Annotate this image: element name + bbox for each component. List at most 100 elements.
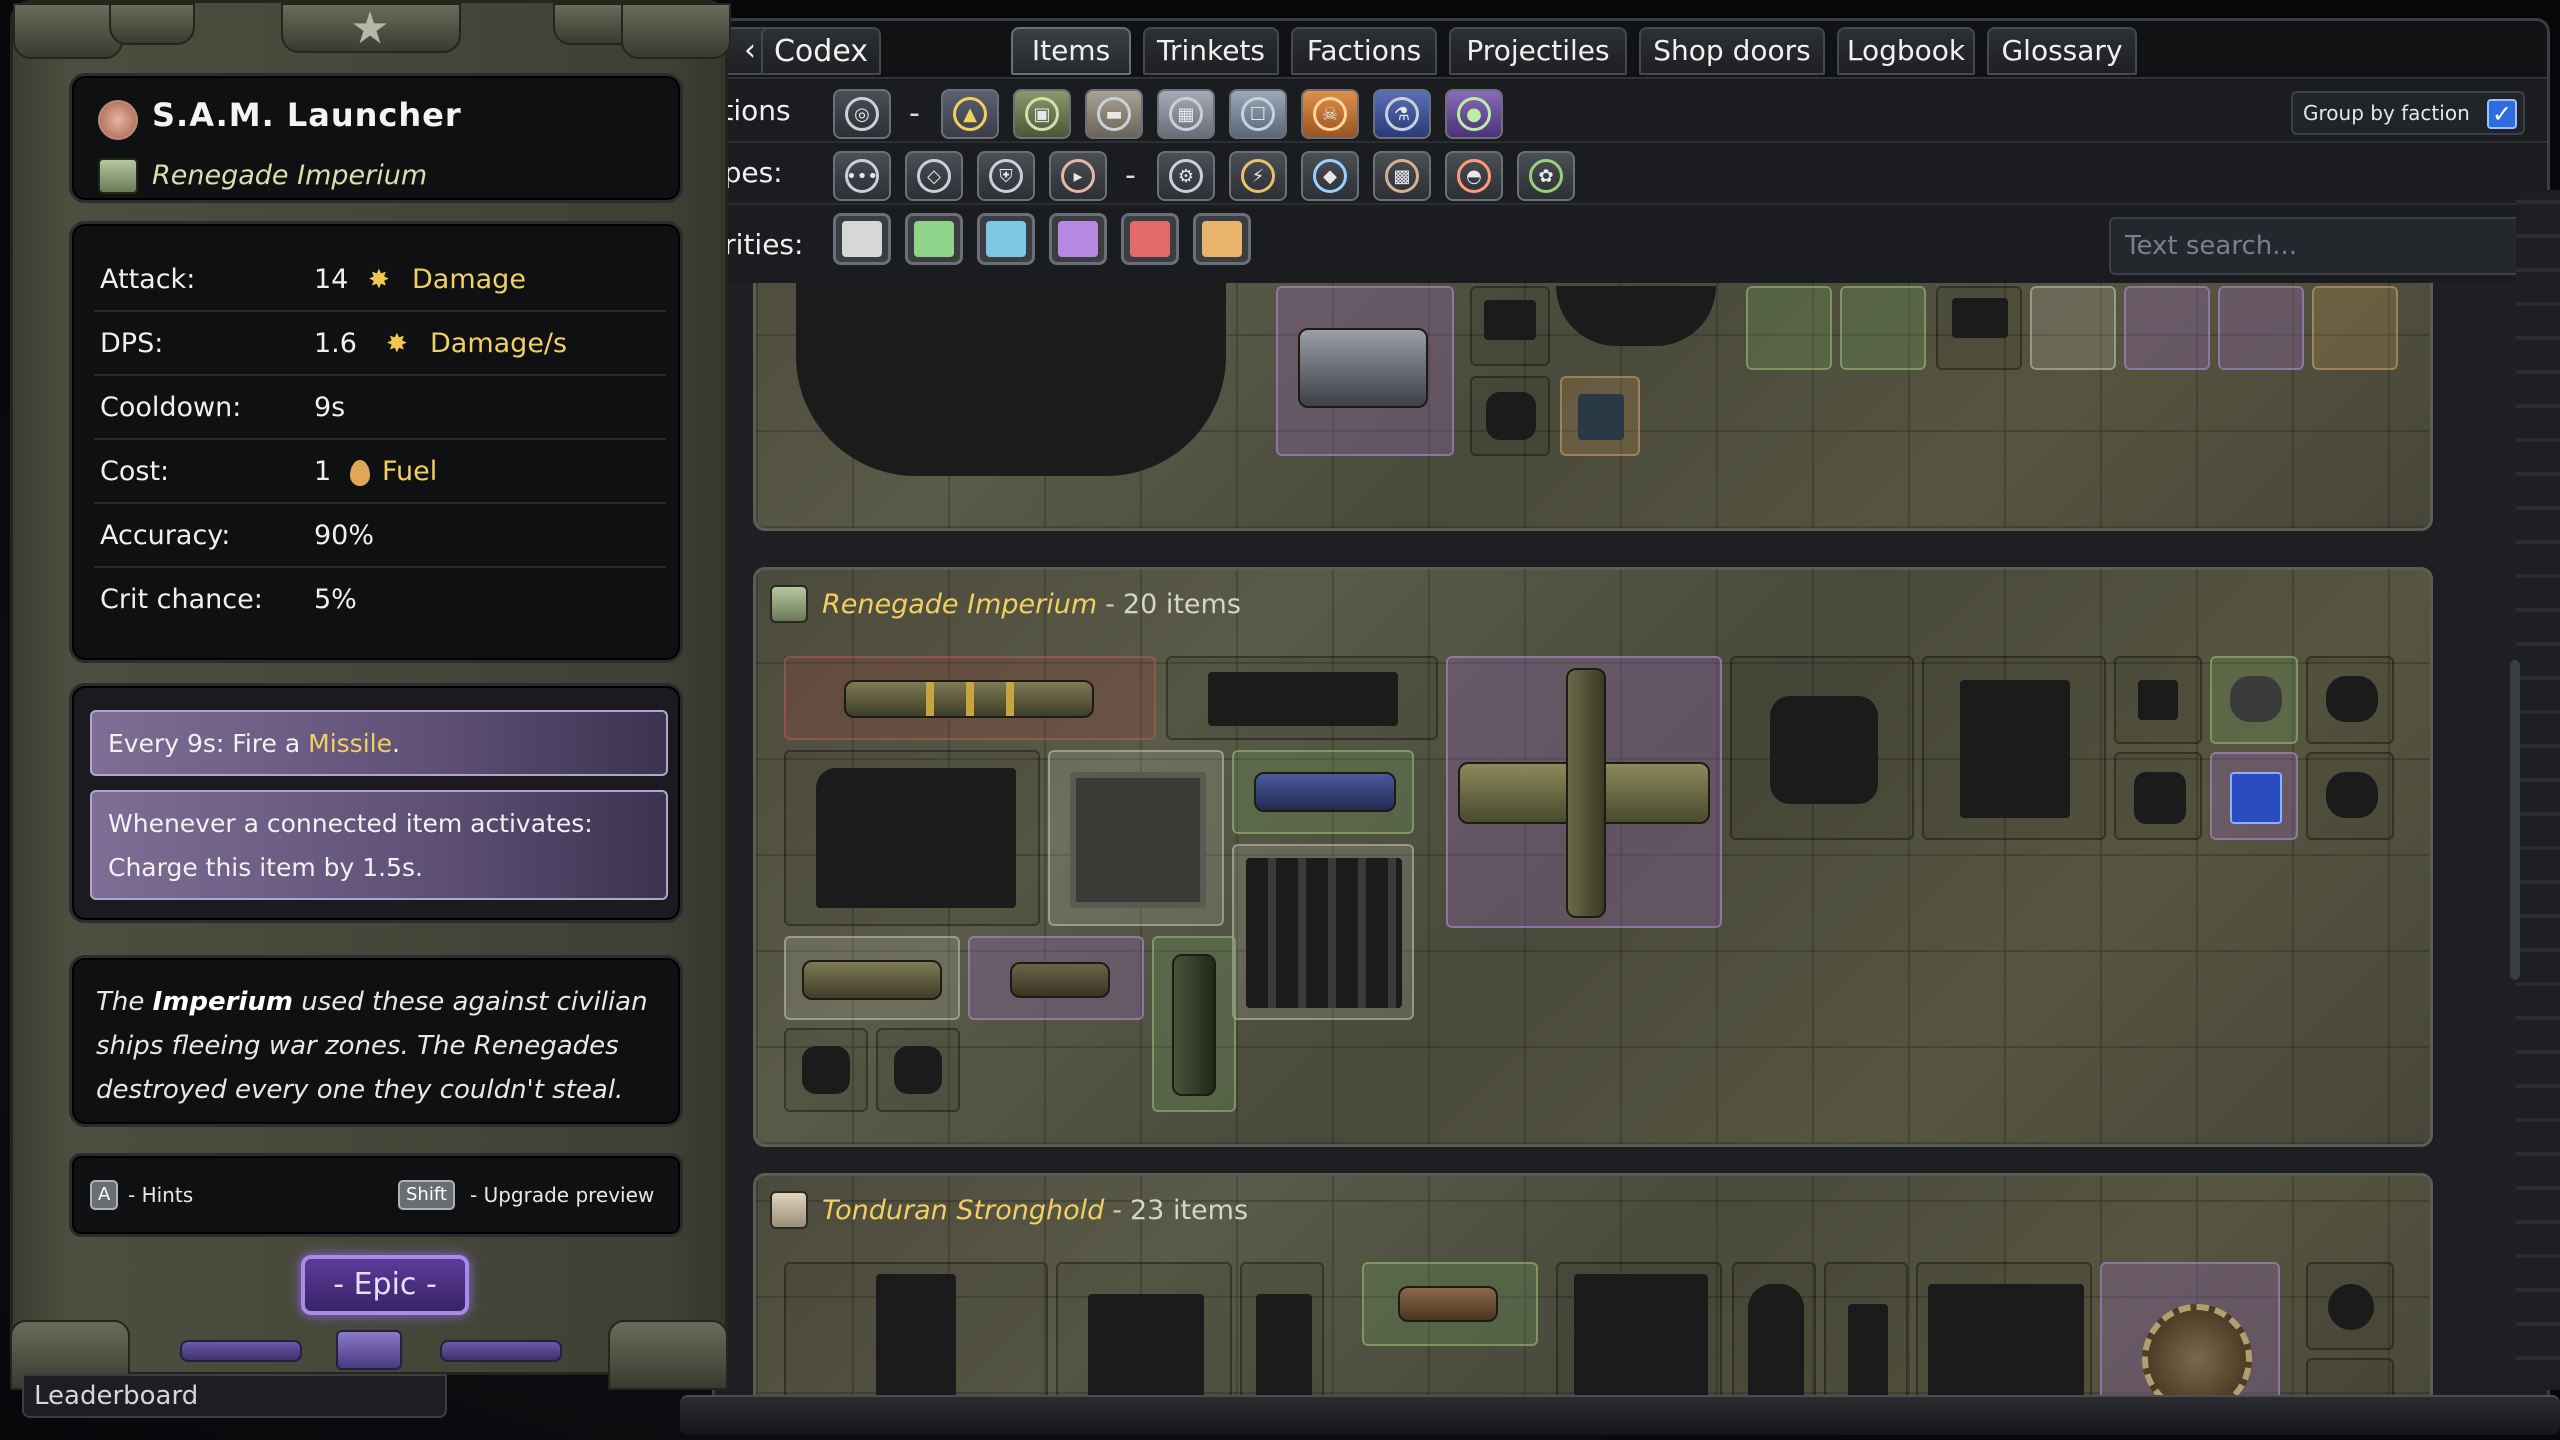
item-slot[interactable] xyxy=(2306,752,2394,840)
faction-filter-8[interactable]: ● xyxy=(1445,89,1503,139)
faction-filter-5[interactable]: ☐ xyxy=(1229,89,1287,139)
item-slot[interactable] xyxy=(1048,750,1224,926)
tab-logbook[interactable]: Logbook xyxy=(1837,27,1975,75)
item-slot[interactable] xyxy=(1730,656,1914,840)
group-by-faction-toggle[interactable]: Group by faction ✓ xyxy=(2291,91,2525,135)
bowl-icon: ◓ xyxy=(1457,159,1491,193)
tab-items[interactable]: Items xyxy=(1011,27,1131,75)
filter-panel: ctions ◎ - ▲ ▣ ▬ ▦ ☐ ☠ ⚗ ● Group by fact… xyxy=(715,81,2547,301)
item-slot[interactable] xyxy=(1232,750,1414,834)
item-slot[interactable] xyxy=(2114,656,2202,744)
hammer-sprite xyxy=(1398,1286,1498,1322)
panel-corner xyxy=(608,1320,728,1390)
item-silhouette xyxy=(876,1274,956,1413)
item-slot[interactable] xyxy=(784,750,1040,926)
item-slot[interactable] xyxy=(1152,936,1236,1112)
item-slot[interactable] xyxy=(1560,376,1640,456)
item-silhouette[interactable] xyxy=(1556,286,1716,346)
faction-filter-tonduran[interactable]: ▬ xyxy=(1085,89,1143,139)
type-filter-9[interactable]: ◓ xyxy=(1445,151,1503,201)
type-filter-5[interactable]: ⚙ xyxy=(1157,151,1215,201)
item-slot[interactable] xyxy=(2100,1262,2280,1413)
item-slot[interactable] xyxy=(2210,752,2298,840)
item-slot[interactable] xyxy=(784,1028,868,1112)
item-slot[interactable] xyxy=(1824,1262,1908,1413)
rarity-swatch xyxy=(842,221,882,257)
item-slot[interactable] xyxy=(1470,376,1550,456)
item-silhouette xyxy=(2138,680,2178,720)
weapon-type-icon xyxy=(98,100,138,140)
tab-factions[interactable]: Factions xyxy=(1291,27,1437,75)
type-filter-weapons[interactable]: ▸ xyxy=(1049,151,1107,201)
text-search-input[interactable] xyxy=(2109,217,2527,275)
armor-plate-sprite xyxy=(1070,772,1206,908)
rarity-filter-uncommon[interactable] xyxy=(905,213,963,265)
item-slot[interactable] xyxy=(1922,656,2106,840)
tab-glossary[interactable]: Glossary xyxy=(1987,27,2137,75)
item-slot[interactable] xyxy=(2030,286,2116,370)
ability-text: Charge this item by 1.5s. xyxy=(108,853,423,882)
type-filter-all[interactable]: ••• xyxy=(833,151,891,201)
item-slot[interactable] xyxy=(1746,286,1832,370)
item-slot[interactable] xyxy=(1916,1262,2092,1413)
rarity-filter-epic[interactable] xyxy=(1049,213,1107,265)
item-slot[interactable] xyxy=(784,1262,1048,1413)
item-slot[interactable] xyxy=(1556,1262,1722,1413)
item-slot[interactable] xyxy=(1362,1262,1538,1346)
type-filter-7[interactable]: ◆ xyxy=(1301,151,1359,201)
item-slot[interactable] xyxy=(1470,286,1550,366)
type-filter-10[interactable]: ✿ xyxy=(1517,151,1575,201)
item-silhouette[interactable] xyxy=(796,283,1226,476)
codex-scrollbar[interactable] xyxy=(2510,660,2520,980)
checkbox-checked-icon[interactable]: ✓ xyxy=(2487,99,2517,129)
item-slot[interactable] xyxy=(2114,752,2202,840)
faction-filter-4[interactable]: ▦ xyxy=(1157,89,1215,139)
item-slot[interactable] xyxy=(784,656,1156,740)
item-slot[interactable] xyxy=(1240,1262,1324,1413)
stat-unit: Fuel xyxy=(382,456,438,487)
item-slot[interactable] xyxy=(2312,286,2398,370)
type-filter-2[interactable]: ◇ xyxy=(905,151,963,201)
item-slot[interactable] xyxy=(1276,286,1454,456)
item-slot[interactable] xyxy=(2210,656,2298,744)
type-filter-6[interactable]: ⚡ xyxy=(1229,151,1287,201)
faction-filter-1[interactable]: ▲ xyxy=(941,89,999,139)
item-slot[interactable] xyxy=(2306,1262,2394,1350)
battery-sprite xyxy=(1172,954,1216,1096)
shield-icon: ⛨ xyxy=(989,159,1023,193)
faction-filter-renegade-imperium[interactable]: ▣ xyxy=(1013,89,1071,139)
tab-trinkets[interactable]: Trinkets xyxy=(1143,27,1279,75)
item-slot[interactable] xyxy=(1840,286,1926,370)
type-filter-8[interactable]: ▩ xyxy=(1373,151,1431,201)
item-list-scroll-area[interactable]: Renegade Imperium - 20 items Tonduran St… xyxy=(715,283,2547,1413)
rarity-filter-unique[interactable] xyxy=(1193,213,1251,265)
item-slot[interactable] xyxy=(968,936,1144,1020)
rarity-filter-legendary[interactable] xyxy=(1121,213,1179,265)
item-slot[interactable] xyxy=(876,1028,960,1112)
type-filter-3[interactable]: ⛨ xyxy=(977,151,1035,201)
faction-filter-7[interactable]: ⚗ xyxy=(1373,89,1431,139)
item-slot[interactable] xyxy=(2306,656,2394,744)
item-slot[interactable] xyxy=(1936,286,2022,370)
faction-section-previous xyxy=(753,283,2433,531)
helmet-icon xyxy=(98,158,138,194)
tab-shop-doors[interactable]: Shop doors xyxy=(1639,27,1825,75)
item-slot[interactable] xyxy=(1056,1262,1232,1413)
item-slot[interactable] xyxy=(784,936,960,1020)
item-silhouette xyxy=(2326,772,2378,818)
item-slot-sam-launcher[interactable] xyxy=(1446,656,1722,928)
item-slot[interactable] xyxy=(2218,286,2304,370)
rarity-filter-common[interactable] xyxy=(833,213,891,265)
tab-projectiles[interactable]: Projectiles xyxy=(1449,27,1627,75)
faction-filter-all[interactable]: ◎ xyxy=(833,89,891,139)
section-separator: - xyxy=(1112,1194,1122,1226)
faction-filter-pirates[interactable]: ☠ xyxy=(1301,89,1359,139)
rarity-filter-rare[interactable] xyxy=(977,213,1035,265)
leaderboard-button[interactable]: Leaderboard xyxy=(22,1374,447,1418)
ability-charge: Whenever a connected item activates: Cha… xyxy=(90,790,668,900)
item-slot[interactable] xyxy=(1166,656,1438,740)
item-slot[interactable] xyxy=(1232,844,1414,1020)
item-slot[interactable] xyxy=(1732,1262,1816,1413)
gear-icon: ⚙ xyxy=(1169,159,1203,193)
item-slot[interactable] xyxy=(2124,286,2210,370)
